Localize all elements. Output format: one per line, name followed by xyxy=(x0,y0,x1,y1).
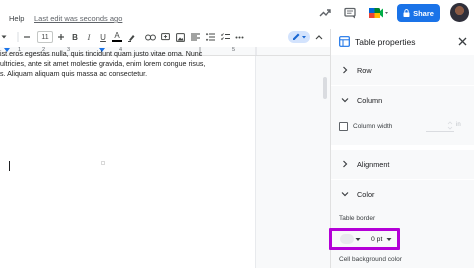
font-size-input[interactable]: 11 xyxy=(37,31,53,43)
cell-background-label: Cell background color xyxy=(339,256,402,263)
document-page[interactable]: ist eros egestas nulla, quis tincidunt q… xyxy=(0,50,256,268)
ruler-number: 5 xyxy=(232,47,236,53)
column-width-unit: in xyxy=(456,122,461,128)
column-width-checkbox[interactable] xyxy=(339,122,348,131)
increase-font-icon[interactable] xyxy=(56,30,66,44)
divider-icon xyxy=(14,30,22,44)
color-section-label[interactable]: Color xyxy=(357,190,374,199)
panel-title: Table properties xyxy=(355,37,416,47)
document-line: ist eros egestas nulla, quis tincidunt q… xyxy=(0,50,203,58)
decrease-font-icon[interactable] xyxy=(22,30,32,44)
trending-icon[interactable] xyxy=(318,6,332,20)
document-line: s. Aliquam aliquam quis massa ac consect… xyxy=(0,70,148,78)
row-section[interactable]: Row xyxy=(331,55,474,85)
comment-icon[interactable] xyxy=(343,6,357,20)
row-section-label: Row xyxy=(357,66,372,75)
more-icon[interactable] xyxy=(234,30,244,44)
close-icon[interactable] xyxy=(458,37,467,48)
chevron-right-icon xyxy=(341,66,349,74)
table-icon xyxy=(339,36,350,49)
alignment-section[interactable]: Alignment xyxy=(331,150,474,179)
last-edit-link[interactable]: Last edit was seconds ago xyxy=(34,14,122,23)
share-button[interactable]: Share xyxy=(397,4,440,22)
avatar[interactable] xyxy=(450,3,469,22)
align-left-icon[interactable] xyxy=(190,30,200,44)
chevron-down-icon[interactable] xyxy=(0,30,8,44)
line-spacing-icon[interactable] xyxy=(205,30,215,44)
share-label: Share xyxy=(413,8,434,18)
meet-icon[interactable] xyxy=(368,5,390,21)
underline-icon[interactable]: U xyxy=(98,30,108,44)
stepper-icon xyxy=(447,121,453,130)
link-icon[interactable] xyxy=(144,30,156,44)
text-color-icon[interactable]: A xyxy=(112,31,122,42)
text-cursor xyxy=(9,161,10,171)
bold-icon[interactable]: B xyxy=(70,30,80,44)
color-section: Color xyxy=(331,180,474,268)
highlight-icon[interactable] xyxy=(126,30,136,44)
editing-mode-button[interactable] xyxy=(288,31,310,43)
column-section-label[interactable]: Column xyxy=(357,96,382,105)
add-comment-icon[interactable] xyxy=(160,30,170,44)
font-size-value: 11 xyxy=(41,33,49,41)
insert-image-icon[interactable] xyxy=(175,30,185,44)
italic-icon[interactable]: I xyxy=(84,30,94,44)
chevron-down-icon[interactable] xyxy=(341,96,349,104)
panel-header: Table properties xyxy=(331,29,474,54)
column-section: Column xyxy=(331,86,474,145)
column-width-label: Column width xyxy=(353,123,393,130)
chevron-down-icon[interactable] xyxy=(341,190,349,198)
lock-icon xyxy=(403,9,410,17)
checklist-icon[interactable] xyxy=(220,30,230,44)
table-border-label: Table border xyxy=(339,215,376,222)
highlight-box xyxy=(329,228,400,250)
document-line: ultricies, ante sit amet molestie gravid… xyxy=(0,60,206,68)
table-cell-marker xyxy=(101,161,105,165)
column-width-input[interactable] xyxy=(426,119,454,132)
top-bar: Help Last edit was seconds ago Share xyxy=(0,0,474,27)
chevron-right-icon xyxy=(341,160,349,168)
alignment-section-label: Alignment xyxy=(357,160,390,169)
menu-help[interactable]: Help xyxy=(9,14,24,23)
document-scrollbar[interactable] xyxy=(323,77,327,99)
collapse-toolbar-icon[interactable] xyxy=(314,30,324,44)
